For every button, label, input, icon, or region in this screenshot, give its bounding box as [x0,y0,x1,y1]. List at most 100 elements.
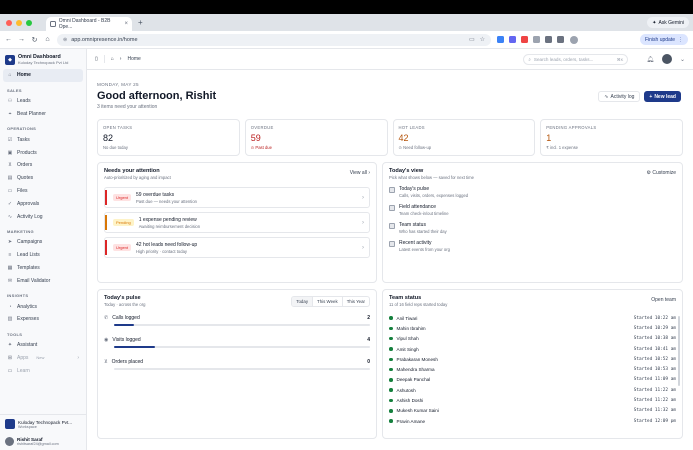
todays-view-option[interactable]: Field attendance Team check-in/out timeli… [389,204,676,216]
sidebar-item-apps[interactable]: ⊞ Apps New › [0,352,86,365]
sidebar-item-expenses[interactable]: ▥ Expenses [0,313,86,326]
checkbox[interactable] [389,241,395,247]
stat-card[interactable]: HOT LEADS 42 ⊙ Need follow-up [392,119,536,156]
team-member-row[interactable]: Amit Singh Started 10:41 am [389,344,676,354]
sidebar-item-activity-log[interactable]: ∿ Activity Log [0,210,86,223]
sidebar-item-label: Orders [17,162,33,169]
bookmark-star-icon[interactable]: ☆ [480,36,485,43]
sidepanel-icon[interactable] [557,36,564,43]
forward-icon[interactable]: → [18,36,25,43]
attention-item[interactable]: Urgent 59 overdue tasks Past due — needs y… [104,187,370,208]
team-member-row[interactable]: Vipul Shah Started 10:38 am [389,334,676,344]
open-team-link[interactable]: Open team [651,297,676,303]
chevron-right-icon: › [362,219,364,226]
org-switcher[interactable]: ◆ Omni Dashboard Kuloday Technopack Pvt … [0,49,86,69]
home-icon[interactable]: ⌂ [111,56,114,62]
sidebar-item-home[interactable]: ⌂ Home [3,69,83,82]
team-member-row[interactable]: Anil Tiwari Started 10:22 am [389,313,676,323]
minimize-window-button[interactable] [16,19,22,26]
wallet-icon: ▥ [7,316,13,323]
scrollbar[interactable] [678,316,680,386]
extension-icon[interactable] [509,36,516,43]
activity-log-button[interactable]: ∿ Activity log [598,91,641,102]
customize-button[interactable]: ⚙︎ Customize [647,170,677,176]
sidebar-item-quotes[interactable]: ▤ Quotes [0,172,86,185]
attention-item[interactable]: Urgent 42 hot leads need follow-up High pr… [104,237,370,258]
todays-view-option[interactable]: Recent activity Latest events from your o… [389,240,676,252]
sidebar-item-campaigns[interactable]: ➤ Campaigns [0,236,86,249]
extension-icon[interactable] [521,36,528,43]
site-info-icon[interactable]: ⊜ [63,37,67,43]
puzzle-icon[interactable] [533,36,540,43]
address-bar[interactable]: ⊜ app.omnipresence.in/home ▭ ☆ [57,33,491,46]
team-member-row[interactable]: Ashutosh Started 11:22 am [389,385,676,395]
checkbox[interactable] [389,223,395,229]
home-icon[interactable]: ⌂ [44,36,51,43]
sidebar-item-products[interactable]: ▣ Products [0,146,86,159]
team-member-row[interactable]: Deepak Panchal Started 11:09 am [389,375,676,385]
ask-gemini-button[interactable]: ✦ Ask Gemini [647,17,689,28]
sidebar-item-templates[interactable]: ▦ Templates [0,262,86,275]
sidebar-item-analytics[interactable]: ◔ Analytics [0,300,86,313]
tab-this-week[interactable]: This Week [312,297,342,306]
close-tab-icon[interactable]: × [124,21,128,27]
sidebar-item-files[interactable]: ▭ Files [0,185,86,198]
team-member-row[interactable]: Mukesh Kumar Saini Started 11:32 am [389,406,676,416]
stat-card[interactable]: OPEN TASKS 82 No due today [97,119,240,156]
sidebar-item-learn[interactable]: ▭ Learn [0,364,86,377]
checkbox[interactable] [389,187,395,193]
todays-view-option[interactable]: Team status Who has started their day [389,222,676,234]
bell-icon[interactable]: 🔔︎ [646,56,654,63]
sidebar-item-email-validator[interactable]: ✉ Email Validator [0,274,86,287]
avatar [5,437,14,446]
install-icon[interactable]: ▭ [469,36,475,43]
sidebar-item-beat-planner[interactable]: ⌖ Beat Planner [0,108,86,121]
team-member-row[interactable]: Mahin Ibrahim Started 10:29 am [389,323,676,333]
maximize-window-button[interactable] [26,19,32,26]
sidebar-item-approvals[interactable]: ✓ Approvals [0,197,86,210]
folder-icon: ▭ [7,187,13,194]
reload-icon[interactable]: ↻ [31,36,38,44]
sidebar-item-label: Approvals [17,200,40,207]
sidebar-item-orders[interactable]: ⊻ Orders [0,159,86,172]
workspace-switcher[interactable]: Kuloday Technopack Pvt... Workspace [5,419,81,429]
avatar[interactable] [661,54,672,64]
browser-profile-avatar[interactable] [570,35,578,44]
new-lead-button[interactable]: + New lead [644,91,681,102]
team-member-row[interactable]: Pravin Amane Started 12:09 pm [389,416,676,426]
close-window-button[interactable] [6,19,12,26]
team-member-row[interactable]: Ashish Doshi Started 11:22 am [389,395,676,405]
sidebar-toggle-icon[interactable]: ▯ [95,56,98,62]
stat-card[interactable]: PENDING APPROVALS 1 ₹ incl. 1 expense [540,119,683,156]
start-time: Started 10:22 am [633,315,676,321]
sidebar-item-lead-lists[interactable]: ≡ Lead Lists [0,249,86,262]
team-member-row[interactable]: Mahendra Sharma Started 10:53 am [389,364,676,374]
tab-this-year[interactable]: This Year [341,297,369,306]
browser-tab[interactable]: Omni Dashboard - B2B Ope... × [46,17,132,31]
url-text: app.omnipresence.in/home [71,36,138,43]
online-status-icon [389,336,393,341]
sidebar-item-leads[interactable]: ⚇ Leads [0,95,86,108]
stat-card[interactable]: OVERDUE 59 ⊙ Past due [244,119,388,156]
todays-view-option[interactable]: Today's pulse Calls, visits, orders, expe… [389,186,676,198]
user-menu[interactable]: Rishit Saraf rishitsaraf24@gmail.com [5,437,81,446]
extension-icon[interactable] [497,36,504,43]
devtools-icon[interactable] [545,36,552,43]
attention-item[interactable]: Pending 1 expense pending review Awaiting … [104,212,370,233]
finish-update-button[interactable]: Finish update ⋮ [639,34,688,45]
progress-track [114,368,370,370]
chevron-down-icon[interactable]: ⌄ [680,56,685,63]
sidebar-item-assistant[interactable]: ✦ Assistant [0,339,86,352]
view-all-link[interactable]: View all › [350,170,370,176]
page-subtitle: 3 items need your attention [97,104,158,110]
start-time: Started 12:09 pm [633,418,676,424]
template-icon: ▦ [7,264,13,271]
sidebar-item-tasks[interactable]: ☑ Tasks [0,133,86,146]
checkbox[interactable] [389,205,395,211]
progress-fill [114,346,155,348]
search-input[interactable]: ⌕ Search leads, orders, tasks... ⌘K [523,53,629,65]
tab-today[interactable]: Today [292,297,313,306]
team-member-row[interactable]: Prabakaran Monesh Started 10:52 am [389,354,676,364]
back-icon[interactable]: ← [5,36,12,43]
new-tab-button[interactable]: + [138,18,143,27]
